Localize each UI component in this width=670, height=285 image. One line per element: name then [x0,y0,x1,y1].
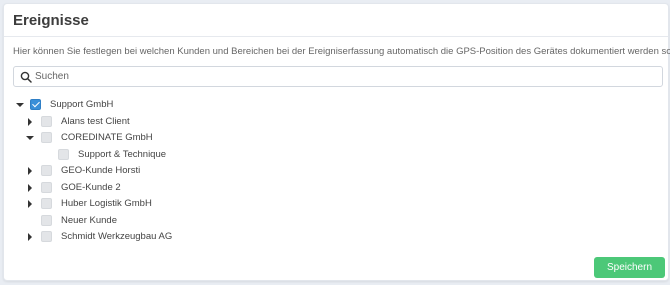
search-box [13,66,663,87]
caret-down-icon[interactable] [26,134,34,142]
events-card: Ereignisse Hier können Sie festlegen bei… [3,3,670,281]
tree-label: COREDINATE GmbH [61,132,153,143]
search-input[interactable] [35,67,655,86]
checkbox-goe-kunde-2[interactable] [41,182,52,193]
tree-label: Support GmbH [50,99,114,110]
page-title: Ereignisse [13,12,89,29]
tree-label: GOE-Kunde 2 [61,182,121,193]
tree-label: Huber Logistik GmbH [61,198,152,209]
checkbox-huber-logistik[interactable] [41,198,52,209]
checkbox-neuer-kunde[interactable] [41,215,52,226]
checkbox-schmidt-werkzeugbau[interactable] [41,231,52,242]
checkbox-support-gmbh[interactable] [30,99,41,110]
caret-right-icon[interactable] [26,118,34,126]
tree-label: Schmidt Werkzeugbau AG [61,231,173,242]
divider [4,36,668,37]
checkbox-support-technique[interactable] [58,149,69,160]
caret-down-icon[interactable] [16,101,24,109]
caret-right-icon[interactable] [26,167,34,175]
search-icon [20,71,32,83]
description-text: Hier können Sie festlegen bei welchen Ku… [13,46,670,57]
checkbox-alans-test-client[interactable] [41,116,52,127]
save-button[interactable]: Speichern [594,257,665,278]
tree-label: Support & Technique [78,149,167,160]
checkbox-geo-kunde-horsti[interactable] [41,165,52,176]
caret-right-icon[interactable] [26,200,34,208]
caret-right-icon[interactable] [26,184,34,192]
caret-right-icon[interactable] [26,233,34,241]
tree-label: Neuer Kunde [61,215,117,226]
checkbox-coredinate-gmbh[interactable] [41,132,52,143]
tree-label: Alans test Client [61,116,130,127]
tree-label: GEO-Kunde Horsti [61,165,141,176]
